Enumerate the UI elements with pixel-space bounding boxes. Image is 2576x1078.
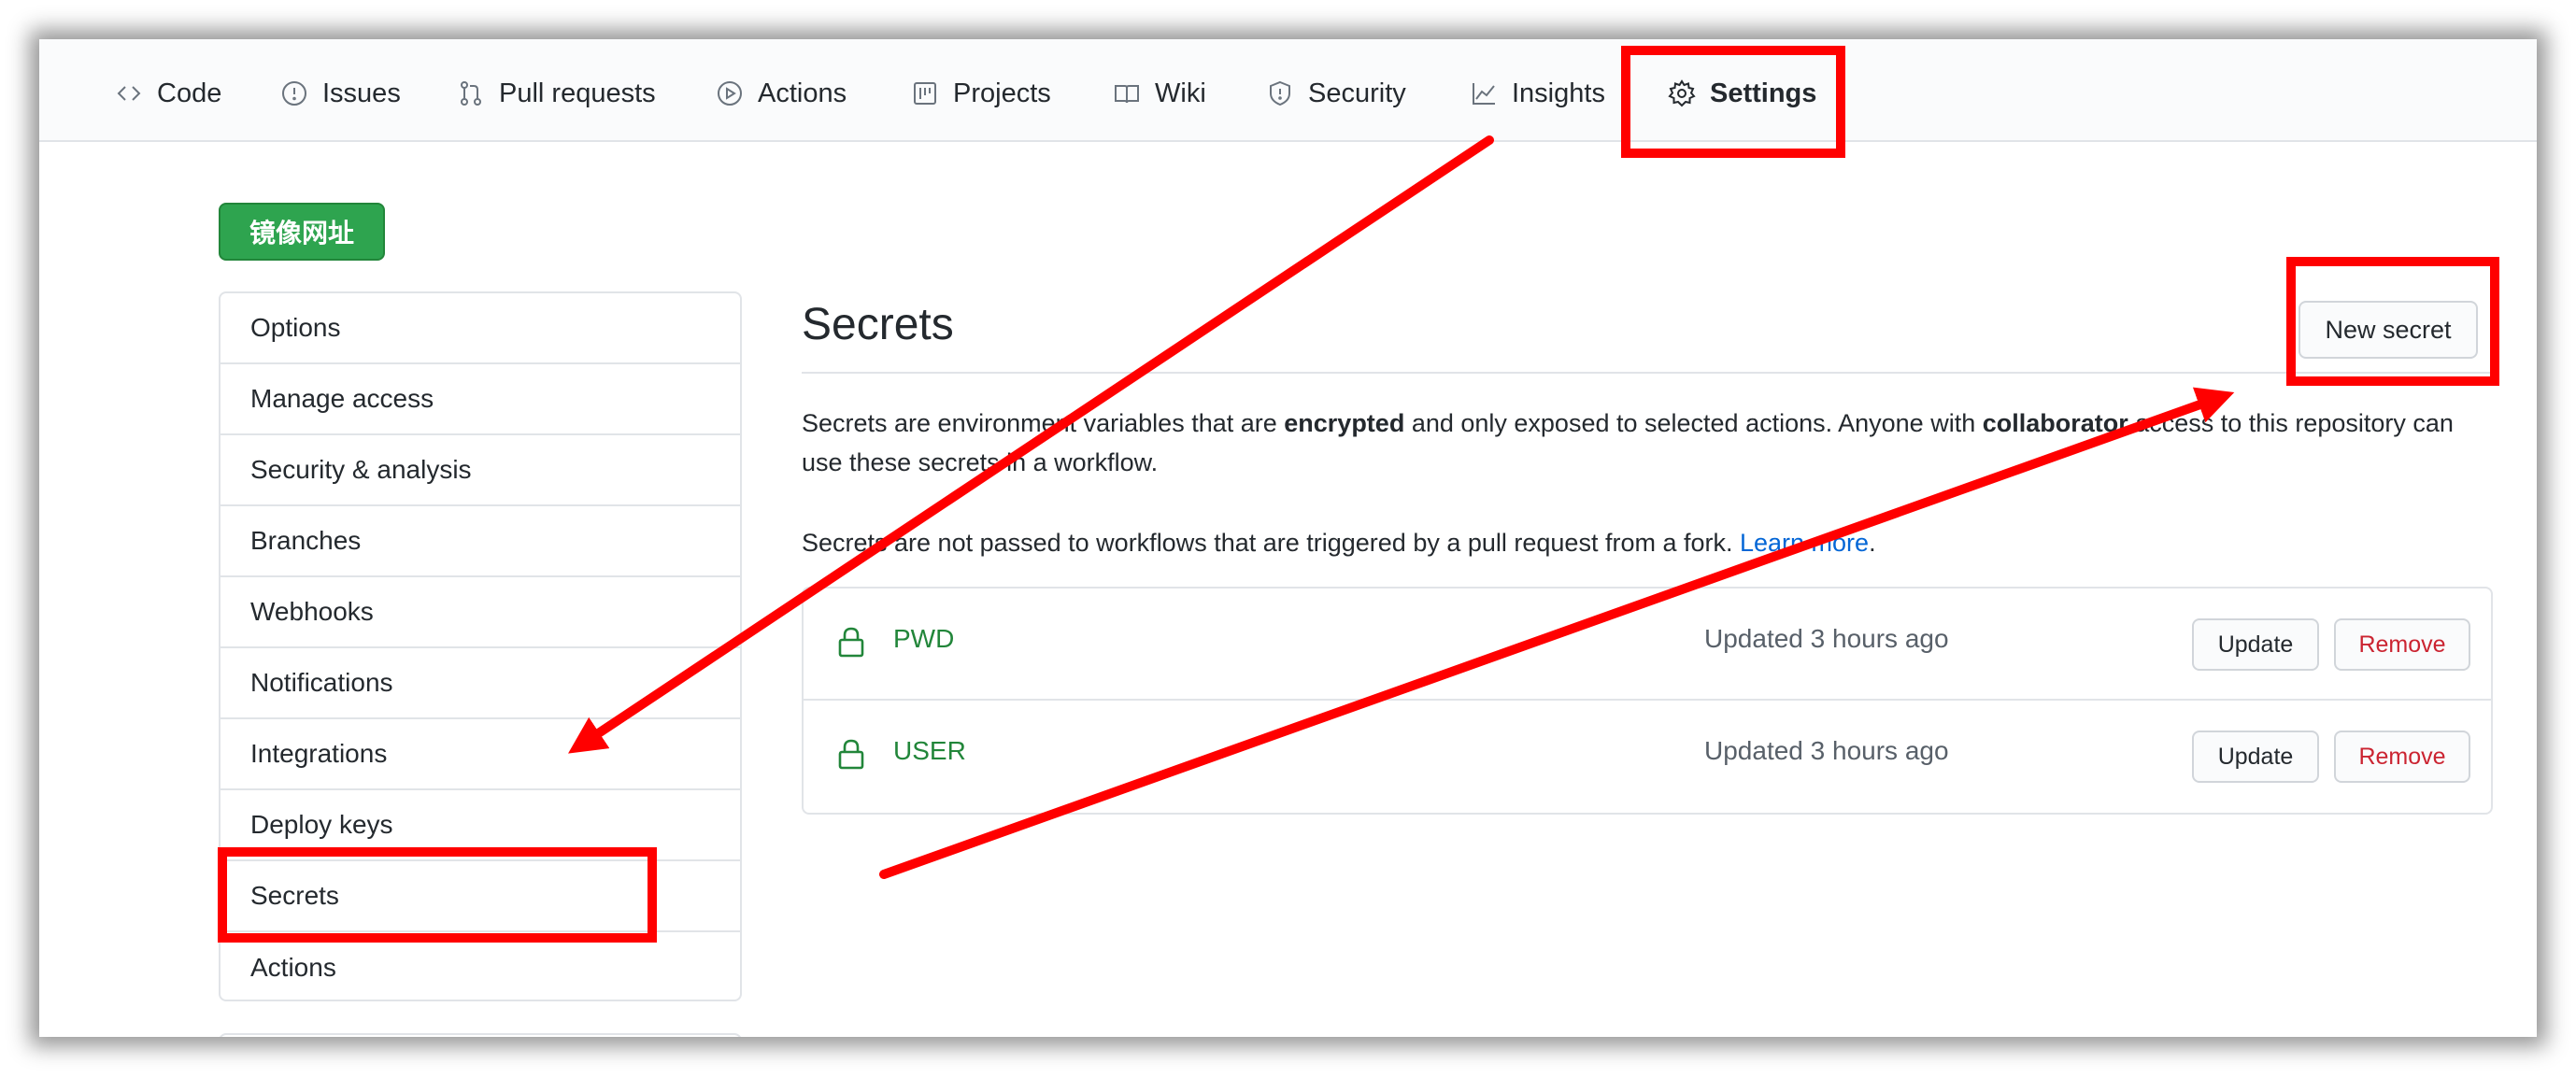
- tab-label: Issues: [322, 78, 401, 108]
- secret-row: PWD Updated 3 hours ago Update Remove: [804, 589, 2491, 701]
- tab-wiki[interactable]: Wiki: [1112, 73, 1206, 114]
- fork-note-text: Secrets are not passed to workflows that…: [802, 529, 1740, 557]
- github-settings-window: Code Issues Pull requests Actions Projec…: [39, 39, 2537, 1037]
- settings-sidebar: Options Manage access Security & analysi…: [219, 291, 742, 1001]
- remove-button[interactable]: Remove: [2334, 730, 2470, 783]
- sidebar-item-options[interactable]: Options: [221, 293, 740, 364]
- secret-name: USER: [893, 736, 966, 765]
- tab-label: Code: [157, 78, 222, 108]
- tab-security[interactable]: Security: [1265, 73, 1406, 114]
- project-icon: [914, 82, 936, 105]
- new-secret-button[interactable]: New secret: [2298, 301, 2478, 359]
- code-icon: [117, 86, 141, 101]
- book-icon: [1115, 85, 1139, 104]
- sidebar-item-manage-access[interactable]: Manage access: [221, 364, 740, 435]
- sidebar-item-deploy-keys[interactable]: Deploy keys: [221, 790, 740, 861]
- tab-label: Settings: [1710, 78, 1817, 108]
- sidebar-item-secrets[interactable]: Secrets: [221, 861, 740, 932]
- secret-name: PWD: [893, 624, 955, 653]
- sidebar-item-integrations[interactable]: Integrations: [221, 719, 740, 790]
- description-text: and only exposed to selected actions. An…: [1404, 409, 1983, 437]
- sidebar-item-security-analysis[interactable]: Security & analysis: [221, 435, 740, 506]
- description-emphasis-encrypted: encrypted: [1284, 409, 1405, 437]
- tab-label: Pull requests: [499, 78, 656, 108]
- remove-button[interactable]: Remove: [2334, 618, 2470, 671]
- secret-row: USER Updated 3 hours ago Update Remove: [804, 701, 2491, 813]
- tab-pull-requests[interactable]: Pull requests: [456, 73, 656, 114]
- gear-icon: [1668, 79, 1696, 107]
- tab-settings[interactable]: Settings: [1667, 73, 1816, 114]
- fork-note-period: .: [1869, 529, 1876, 557]
- sidebar-item-webhooks[interactable]: Webhooks: [221, 577, 740, 648]
- sidebar-item-branches[interactable]: Branches: [221, 506, 740, 577]
- description-emphasis-collaborator: collaborator: [1982, 409, 2128, 437]
- shield-icon: [1270, 80, 1290, 106]
- sidebar-item-actions[interactable]: Actions: [221, 932, 740, 1000]
- graph-icon: [1473, 83, 1495, 105]
- lock-icon: [837, 738, 865, 770]
- update-button[interactable]: Update: [2192, 618, 2319, 671]
- git-pull-request-icon: [461, 81, 481, 106]
- tab-label: Insights: [1512, 78, 1605, 108]
- tab-actions[interactable]: Actions: [715, 73, 847, 114]
- mirror-url-button[interactable]: 镜像网址: [219, 203, 385, 261]
- secret-updated-time: Updated 3 hours ago: [1704, 736, 1949, 765]
- tab-projects[interactable]: Projects: [910, 73, 1051, 114]
- tab-label: Projects: [953, 78, 1051, 108]
- tab-issues[interactable]: Issues: [279, 73, 401, 114]
- tab-label: Security: [1308, 78, 1406, 108]
- lock-icon: [837, 626, 865, 658]
- update-button[interactable]: Update: [2192, 730, 2319, 783]
- secret-updated-time: Updated 3 hours ago: [1704, 624, 1949, 653]
- tab-label: Actions: [758, 78, 847, 108]
- settings-sidebar-secondary: [219, 1033, 742, 1037]
- repo-tab-bar: Code Issues Pull requests Actions Projec…: [39, 39, 2537, 142]
- secrets-list: PWD Updated 3 hours ago Update Remove US…: [802, 587, 2493, 815]
- tab-label: Wiki: [1155, 78, 1206, 108]
- fork-note: Secrets are not passed to workflows that…: [802, 523, 2493, 562]
- description-text: Secrets are environment variables that a…: [802, 409, 1285, 437]
- secrets-description: Secrets are environment variables that a…: [802, 404, 2493, 482]
- title-divider: [802, 372, 2493, 374]
- issue-opened-icon: [282, 81, 306, 106]
- sidebar-item-notifications[interactable]: Notifications: [221, 648, 740, 719]
- tab-code[interactable]: Code: [114, 73, 221, 114]
- play-icon: [718, 81, 742, 106]
- page-title: Secrets: [802, 300, 954, 349]
- tab-insights[interactable]: Insights: [1469, 73, 1605, 114]
- learn-more-link[interactable]: Learn more: [1740, 529, 1869, 557]
